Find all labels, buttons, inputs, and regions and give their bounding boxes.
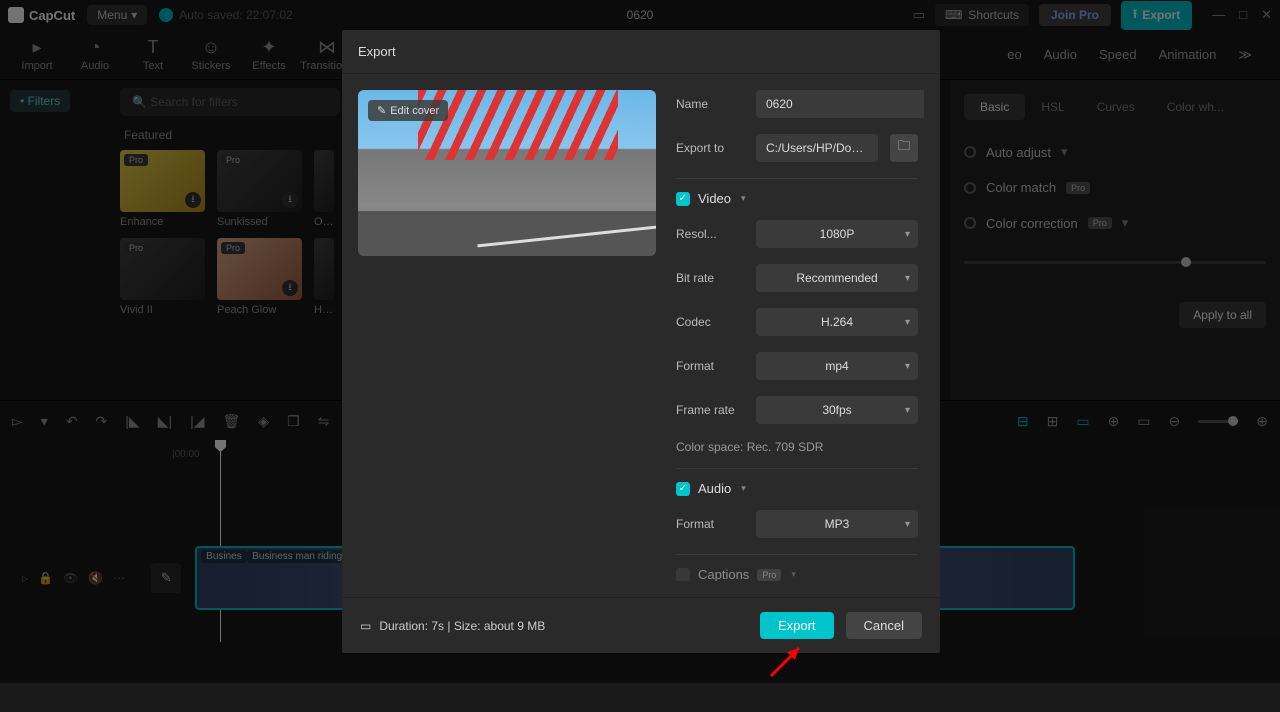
captions-section-title: Captions <box>698 567 749 581</box>
audio-format-value: MP3 <box>825 517 850 531</box>
bitrate-value: Recommended <box>796 271 877 285</box>
edit-cover-label: Edit cover <box>390 105 439 117</box>
pro-badge: Pro <box>757 569 781 581</box>
captions-checkbox[interactable]: ✓ <box>676 568 690 582</box>
export-to-label: Export to <box>676 141 744 155</box>
format-value: mp4 <box>825 359 848 373</box>
film-icon: ▭ <box>360 619 371 633</box>
export-modal: Export ✎ Edit cover Name Export to C:/Us… <box>342 30 940 653</box>
audio-format-dropdown[interactable]: MP3 <box>756 510 918 538</box>
cancel-button[interactable]: Cancel <box>846 612 922 639</box>
framerate-value: 30fps <box>822 403 851 417</box>
resolution-value: 1080P <box>820 227 855 241</box>
audio-format-label: Format <box>676 517 744 531</box>
color-space-note: Color space: Rec. 709 SDR <box>676 440 918 454</box>
audio-checkbox[interactable]: ✓ <box>676 482 690 496</box>
bitrate-dropdown[interactable]: Recommended <box>756 264 918 292</box>
modal-title: Export <box>358 44 396 59</box>
folder-icon: 🗀 <box>897 137 910 159</box>
audio-section-title: Audio <box>698 481 731 496</box>
export-path-display: C:/Users/HP/Downlo... <box>756 134 878 162</box>
edit-cover-button[interactable]: ✎ Edit cover <box>368 100 448 121</box>
codec-value: H.264 <box>821 315 853 329</box>
browse-folder-button[interactable]: 🗀 <box>890 134 918 162</box>
format-dropdown[interactable]: mp4 <box>756 352 918 380</box>
chevron-down-icon[interactable]: ▾ <box>791 569 796 580</box>
export-button[interactable]: Export <box>760 612 834 639</box>
framerate-label: Frame rate <box>676 403 744 417</box>
framerate-dropdown[interactable]: 30fps <box>756 396 918 424</box>
resolution-dropdown[interactable]: 1080P <box>756 220 918 248</box>
chevron-down-icon[interactable]: ▾ <box>741 483 746 494</box>
name-input[interactable] <box>756 90 924 118</box>
video-section-title: Video <box>698 191 731 206</box>
format-label: Format <box>676 359 744 373</box>
pencil-icon: ✎ <box>377 104 386 117</box>
bitrate-label: Bit rate <box>676 271 744 285</box>
resolution-label: Resol... <box>676 227 744 241</box>
chevron-down-icon[interactable]: ▾ <box>741 193 746 204</box>
codec-dropdown[interactable]: H.264 <box>756 308 918 336</box>
cover-preview: ✎ Edit cover <box>358 90 656 256</box>
video-checkbox[interactable]: ✓ <box>676 192 690 206</box>
name-label: Name <box>676 97 744 111</box>
codec-label: Codec <box>676 315 744 329</box>
footer-info-text: Duration: 7s | Size: about 9 MB <box>379 619 545 633</box>
